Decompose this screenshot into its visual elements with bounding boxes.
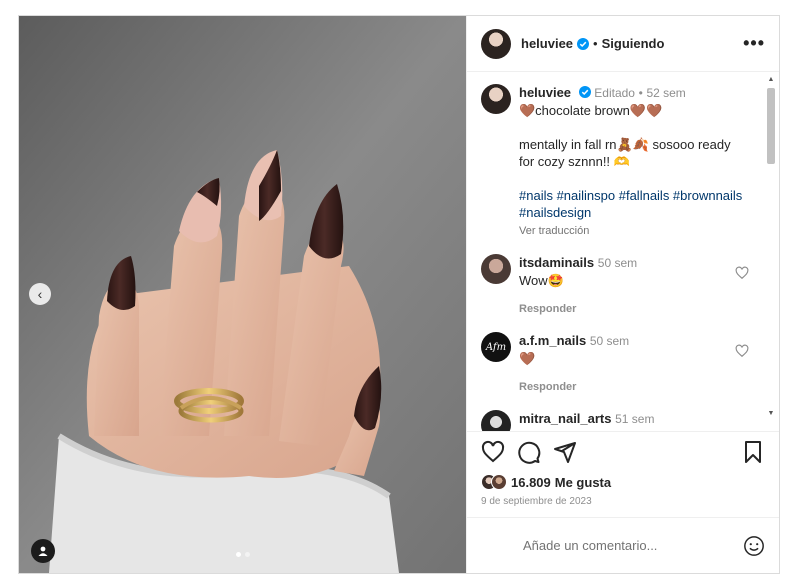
like-comment-heart-icon[interactable] <box>735 266 749 280</box>
scroll-up-arrow[interactable]: ▲ <box>767 76 775 84</box>
scroll-thumb[interactable] <box>767 88 775 164</box>
emoji-icon[interactable] <box>743 535 765 557</box>
post-date: 9 de septiembre de 2023 <box>481 496 592 507</box>
carousel-dot <box>244 552 250 557</box>
see-translation-link[interactable]: Ver traducción <box>519 223 749 240</box>
comment-text: Wow🤩 <box>519 273 564 288</box>
separator: • <box>593 36 598 51</box>
avatar[interactable]: Afm <box>481 332 511 362</box>
comment-username[interactable]: a.f.m_nails <box>519 333 586 348</box>
reply-button[interactable]: Responder <box>519 379 727 396</box>
likes-summary[interactable]: 16.809 Me gusta <box>467 471 779 493</box>
carousel-indicator <box>19 552 466 557</box>
verified-icon <box>578 86 591 98</box>
caption-username[interactable]: heluviee <box>519 85 571 100</box>
carousel-prev-button[interactable]: ‹ <box>29 283 51 305</box>
caption-time[interactable]: 52 sem <box>646 86 685 100</box>
post-photo <box>19 16 466 573</box>
scroll-down-arrow[interactable]: ▼ <box>767 410 775 418</box>
avatar[interactable] <box>481 84 511 114</box>
caption-hashtags[interactable]: #nails #nailinspo #fallnails #brownnails… <box>519 187 749 221</box>
likes-label[interactable]: Me gusta <box>555 475 611 490</box>
comment-username[interactable]: mitra_nail_arts <box>519 411 612 426</box>
comment-time[interactable]: 51 sem <box>615 412 654 426</box>
comment-item: mitra_nail_arts 51 sem <box>481 410 749 431</box>
share-icon[interactable] <box>553 440 577 464</box>
more-icon[interactable]: ••• <box>743 33 765 54</box>
avatar[interactable] <box>481 410 511 431</box>
chevron-left-icon: ‹ <box>37 286 43 302</box>
user-tag-button[interactable] <box>31 539 55 563</box>
post-modal: ‹ heluviee • Siguiendo ••• ▲ ▼ heluviee … <box>18 15 780 574</box>
comment-text: 🤎 <box>519 351 536 366</box>
post-side-panel: heluviee • Siguiendo ••• ▲ ▼ heluviee Ed… <box>466 16 779 573</box>
edited-label: Editado <box>594 86 635 100</box>
comment-username[interactable]: itsdaminails <box>519 255 594 270</box>
caption-line: mentally in fall rn🧸🍂 sosooo ready for c… <box>519 137 731 169</box>
carousel-dot <box>235 552 241 557</box>
liker-avatar <box>491 474 507 490</box>
like-comment-heart-icon[interactable] <box>735 344 749 358</box>
caption-line: 🤎chocolate brown🤎🤎 <box>519 103 663 118</box>
comments-section[interactable]: ▲ ▼ heluviee Editado • 52 sem 🤎chocolate… <box>467 72 779 431</box>
separator: • <box>638 86 643 100</box>
scrollbar[interactable]: ▲ ▼ <box>765 76 777 418</box>
avatar-logo-text: Afm <box>485 341 507 353</box>
verified-icon <box>577 37 590 50</box>
header-username[interactable]: heluviee <box>521 36 573 51</box>
comment-input[interactable] <box>523 538 743 553</box>
comment-item: Afm a.f.m_nails 50 sem 🤎 Responder <box>481 332 749 396</box>
following-button[interactable]: Siguiendo <box>602 36 665 51</box>
caption: heluviee Editado • 52 sem 🤎chocolate bro… <box>481 84 749 240</box>
save-icon[interactable] <box>741 440 765 464</box>
add-comment-bar <box>467 517 779 573</box>
post-actions <box>467 431 779 471</box>
avatar[interactable] <box>481 254 511 284</box>
comment-time[interactable]: 50 sem <box>598 256 637 270</box>
comment-icon[interactable] <box>517 440 541 464</box>
heart-icon[interactable] <box>481 440 505 464</box>
post-media[interactable]: ‹ <box>19 16 466 573</box>
comment-time[interactable]: 50 sem <box>590 334 629 348</box>
likes-count[interactable]: 16.809 <box>511 475 551 490</box>
reply-button[interactable]: Responder <box>519 301 727 318</box>
post-header: heluviee • Siguiendo ••• <box>467 16 779 72</box>
avatar[interactable] <box>481 28 511 59</box>
comment-item: itsdaminails 50 sem Wow🤩 Responder <box>481 254 749 318</box>
